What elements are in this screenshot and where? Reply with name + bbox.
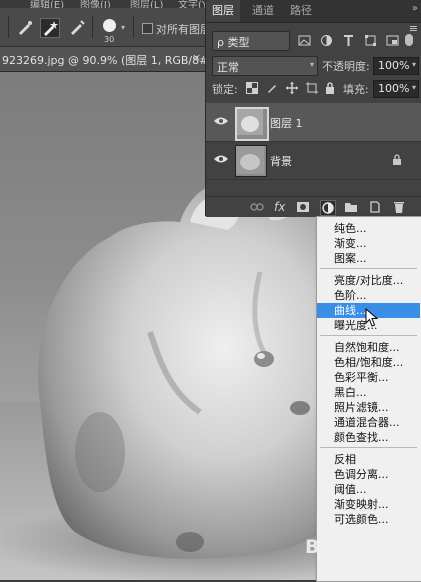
document-tab[interactable]: 923269.jpg @ 90.9% (图层 1, RGB/8#) * × (0, 47, 222, 72)
layer-row-background[interactable]: 背景 (206, 141, 421, 180)
watermark-brand-cn: 经验 (365, 542, 393, 558)
fill-label: 填充: (343, 83, 369, 96)
menu-layer[interactable]: 图层(L) (130, 0, 163, 8)
adjustment-filter-icon[interactable] (320, 34, 333, 47)
fill-input[interactable]: 100% ▾ (373, 80, 419, 98)
eraser-brush-icon[interactable] (68, 18, 86, 36)
lock-position-icon[interactable] (286, 82, 298, 94)
menu-type[interactable]: 文字(Y) (178, 0, 205, 8)
menu-item[interactable]: 色彩平衡... (317, 370, 420, 385)
opacity-label: 不透明度: (322, 60, 370, 73)
watermark-brand: Baidu (305, 536, 366, 558)
menu-image[interactable]: 图像(I) (80, 0, 111, 8)
adjustment-icon[interactable] (320, 200, 336, 216)
lock-pixels-icon[interactable] (266, 82, 278, 94)
options-bar: 30 ▾ 对所有图层 (0, 8, 211, 47)
tab-paths[interactable]: 路径 (284, 0, 318, 22)
shape-filter-icon[interactable] (364, 34, 377, 47)
menu-bar: 编辑(E) 图像(I) 图层(L) 文字(Y) (0, 0, 205, 8)
mask-icon[interactable] (296, 200, 310, 214)
lock-label: 锁定: (212, 83, 238, 96)
chevron-down-icon[interactable]: ▾ (121, 23, 125, 32)
sample-all-layers-label: 对所有图层 (156, 23, 211, 36)
visibility-eye-icon[interactable] (214, 116, 228, 126)
spot-healing-brush-icon[interactable] (40, 18, 60, 38)
menu-separator (320, 335, 417, 336)
layer-thumbnail (235, 145, 267, 177)
fx-icon[interactable]: fx (274, 200, 288, 214)
mouse-cursor-icon (365, 308, 379, 327)
blend-mode-select[interactable]: 正常 ▾ (212, 56, 318, 76)
menu-item[interactable]: 照片滤镜... (317, 400, 420, 415)
menu-separator (320, 268, 417, 269)
divider (133, 16, 134, 38)
fill-value: 100% (378, 82, 410, 95)
folder-icon[interactable] (344, 200, 358, 214)
divider (8, 16, 9, 38)
kind-select-value: ρ 类型 (217, 36, 250, 49)
visibility-eye-icon[interactable] (214, 154, 228, 164)
chevron-down-icon: ▾ (411, 83, 416, 92)
layer-kind-select[interactable]: ρ 类型 (212, 31, 290, 51)
link-icon[interactable] (250, 200, 264, 214)
menu-item[interactable]: 阈值... (317, 482, 420, 497)
brush-preset-icon[interactable] (103, 19, 116, 32)
menu-item[interactable]: 可选颜色... (317, 512, 420, 527)
layer-thumbnail (235, 107, 269, 141)
menu-item[interactable]: 色阶... (317, 288, 420, 303)
filter-toggle-switch[interactable] (405, 34, 413, 46)
pixel-filter-icon[interactable] (298, 34, 311, 47)
menu-item[interactable]: 亮度/对比度... (317, 273, 420, 288)
menu-item[interactable]: 纯色... (317, 221, 420, 236)
document-title: 923269.jpg @ 90.9% (图层 1, RGB/8#) * (2, 54, 222, 67)
lock-artboard-icon[interactable] (306, 82, 318, 94)
layers-panel-footer: fx (206, 196, 421, 217)
panel-tabs: 图层 通道 路径 » (206, 0, 421, 23)
opacity-value: 100% (378, 59, 410, 72)
layer-filter-row: ρ 类型 (206, 28, 421, 54)
smart-object-filter-icon[interactable] (386, 34, 399, 47)
menu-edit[interactable]: 编辑(E) (30, 0, 64, 8)
watermark-url: jingyan.baidu.com (319, 561, 403, 571)
brush-tool-icon[interactable] (16, 18, 34, 36)
menu-item[interactable]: 色相/饱和度... (317, 355, 420, 370)
lock-row: 锁定: 填充: 100% ▾ (206, 79, 421, 99)
menu-separator (320, 447, 417, 448)
menu-item[interactable]: 渐变映射... (317, 497, 420, 512)
new-layer-icon[interactable] (368, 200, 382, 214)
layers-panel: 图层 通道 路径 » ≡ ρ 类型 正常 ▾ 不透明度: 100% ▾ 锁定: (205, 0, 421, 217)
watermark: Baidu 经验 jingyan.baidu.com (305, 536, 415, 576)
divider (92, 16, 93, 38)
lock-icon (393, 154, 401, 165)
collapse-panel-icon[interactable]: » (412, 3, 418, 14)
blend-row: 正常 ▾ 不透明度: 100% ▾ (206, 55, 421, 77)
tab-layers[interactable]: 图层 (206, 0, 240, 22)
close-tab-button[interactable]: × (192, 51, 201, 64)
menu-item[interactable]: 黑白... (317, 385, 420, 400)
menu-item[interactable]: 色调分离... (317, 467, 420, 482)
menu-item[interactable]: 反相 (317, 452, 420, 467)
menu-item[interactable]: 图案... (317, 251, 420, 266)
tab-channels[interactable]: 通道 (246, 0, 280, 22)
layer-name[interactable]: 背景 (270, 153, 292, 169)
brush-size-value: 30 (104, 35, 115, 44)
sample-all-layers-checkbox[interactable] (142, 23, 153, 34)
trash-icon[interactable] (392, 200, 406, 214)
adjustment-layer-menu: 纯色... 渐变... 图案... 亮度/对比度... 色阶... 曲线... 曝光度...… (316, 216, 421, 582)
lock-transparency-icon[interactable] (246, 82, 258, 94)
chevron-down-icon: ▾ (309, 60, 314, 69)
menu-item[interactable]: 颜色查找... (317, 430, 420, 445)
blend-mode-value: 正常 (217, 61, 239, 74)
chevron-down-icon: ▾ (411, 60, 416, 69)
menu-item[interactable]: 自然饱和度... (317, 340, 420, 355)
menu-item[interactable]: 渐变... (317, 236, 420, 251)
type-filter-icon[interactable] (342, 34, 355, 47)
layer-name[interactable]: 图层 1 (270, 115, 303, 131)
lock-all-icon[interactable] (324, 82, 336, 94)
opacity-input[interactable]: 100% ▾ (373, 57, 419, 75)
menu-item[interactable]: 通道混合器... (317, 415, 420, 430)
layer-row-layer-1[interactable]: 图层 1 (206, 103, 421, 142)
